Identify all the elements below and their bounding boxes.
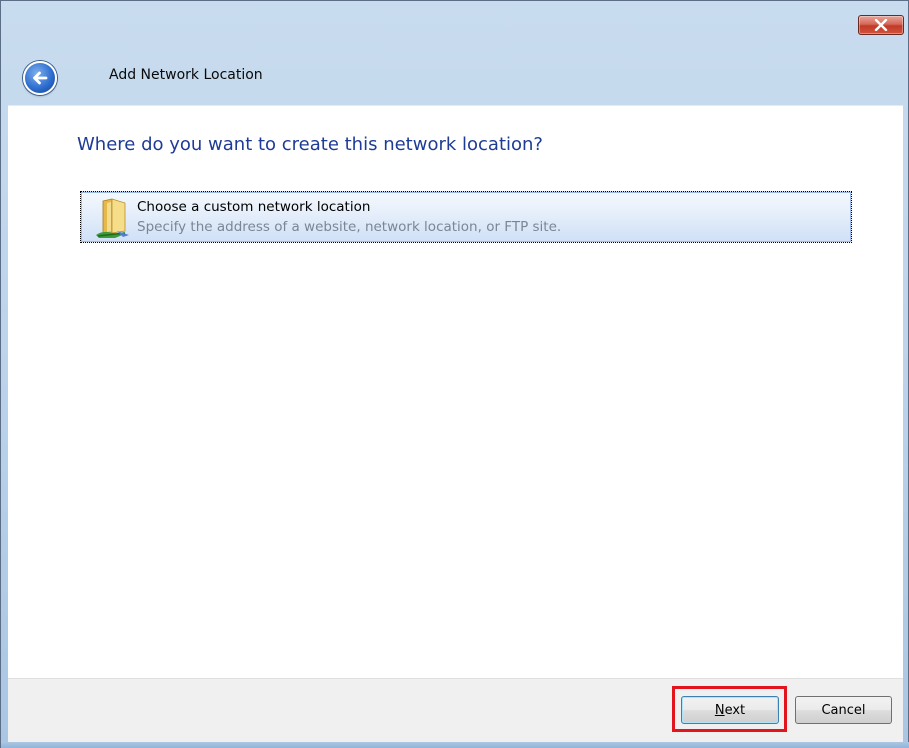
window-title: Add Network Location (109, 67, 263, 83)
next-button[interactable]: Next (681, 696, 779, 724)
option-description: Specify the address of a website, networ… (137, 219, 562, 235)
option-custom-network-location[interactable]: Choose a custom network location Specify… (80, 191, 852, 243)
window-bottom-frame (1, 742, 909, 748)
close-button[interactable] (858, 15, 904, 35)
wizard-window: Add Network Location Where do you want t… (0, 0, 909, 748)
option-title: Choose a custom network location (137, 199, 371, 215)
next-mnemonic: N (714, 702, 725, 718)
wizard-footer: Next Cancel (8, 678, 903, 742)
wizard-content: Where do you want to create this network… (8, 105, 903, 678)
back-arrow-icon (33, 71, 48, 85)
cancel-button[interactable]: Cancel (795, 696, 892, 724)
page-heading: Where do you want to create this network… (77, 134, 543, 155)
next-label-rest: ext (724, 702, 746, 718)
close-icon (874, 19, 888, 31)
back-button[interactable] (23, 61, 57, 95)
network-folder-icon (96, 198, 129, 238)
